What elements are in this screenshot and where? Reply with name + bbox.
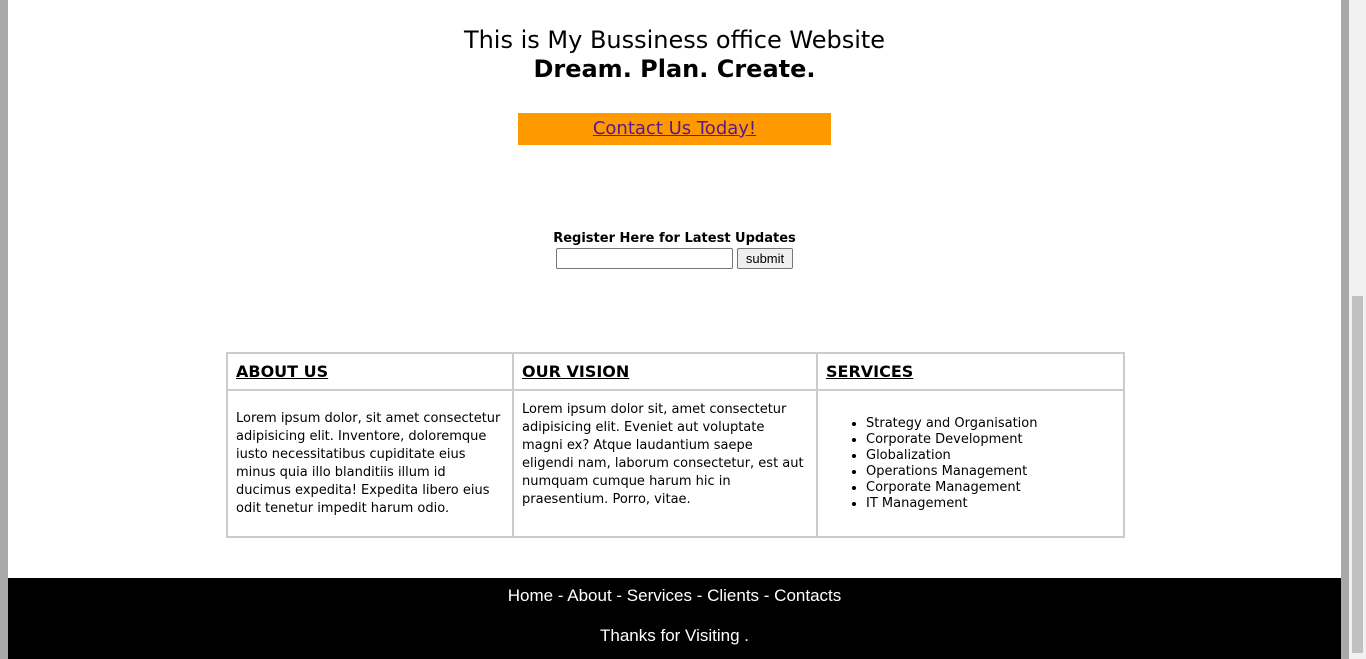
footer-link-clients[interactable]: Clients (707, 586, 759, 605)
info-table: ABOUT US OUR VISION SERVICES Lorem ipsum… (226, 352, 1125, 538)
vertical-scrollbar[interactable] (1349, 0, 1366, 659)
footer-link-home[interactable]: Home (508, 586, 553, 605)
footer-thanks: Thanks for Visiting . (600, 626, 749, 645)
table-header-row: ABOUT US OUR VISION SERVICES (226, 352, 1125, 391)
footer-link-about[interactable]: About (567, 586, 611, 605)
our-vision-heading: OUR VISION (512, 352, 818, 391)
services-cell: Strategy and Organisation Corporate Deve… (816, 389, 1125, 538)
list-item: IT Management (866, 496, 1115, 512)
list-item: Globalization (866, 448, 1115, 464)
footer-link-contacts[interactable]: Contacts (774, 586, 841, 605)
footer-separator: - (691, 586, 708, 605)
list-item: Strategy and Organisation (866, 416, 1115, 432)
list-item: Corporate Development (866, 432, 1115, 448)
footer: Home - About - Services - Clients - Cont… (8, 578, 1341, 659)
list-item: Operations Management (866, 464, 1115, 480)
contact-us-button[interactable]: Contact Us Today! (518, 113, 831, 145)
register-label: Register Here for Latest Updates (553, 231, 796, 246)
about-us-text: Lorem ipsum dolor, sit amet consectetur … (226, 389, 514, 538)
footer-separator: - (553, 586, 568, 605)
page: This is My Bussiness office Website Drea… (8, 0, 1341, 659)
footer-separator: - (759, 586, 775, 605)
site-title: This is My Bussiness office Website (463, 26, 886, 54)
services-heading: SERVICES (816, 352, 1125, 391)
footer-nav: Home - About - Services - Clients - Cont… (8, 586, 1341, 606)
our-vision-text: Lorem ipsum dolor sit, amet consectetur … (512, 389, 818, 538)
about-us-heading: ABOUT US (226, 352, 514, 391)
services-list: Strategy and Organisation Corporate Deve… (826, 416, 1115, 512)
register-input[interactable] (556, 248, 733, 269)
site-tagline: Dream. Plan. Create. (533, 55, 816, 83)
scrollbar-thumb[interactable] (1352, 296, 1363, 653)
table-content-row: Lorem ipsum dolor, sit amet consectetur … (226, 389, 1125, 538)
submit-button[interactable]: submit (737, 248, 793, 269)
footer-link-services[interactable]: Services (627, 586, 692, 605)
footer-separator: - (611, 586, 627, 605)
list-item: Corporate Management (866, 480, 1115, 496)
